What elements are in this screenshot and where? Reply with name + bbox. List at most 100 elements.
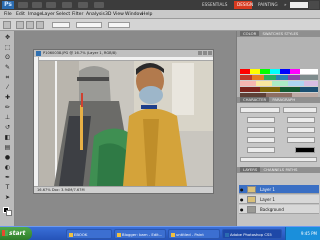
workspace-essentials[interactable]: ESSENTIALS [199, 1, 231, 9]
dodge-tool-icon[interactable]: ◐ [3, 165, 12, 171]
photoshop-window: Ps ESSENTIALS DESIGN PAINTING » File Edi… [0, 0, 320, 240]
tracking-field[interactable] [287, 127, 315, 133]
eyedropper-tool-icon[interactable]: ⁄ [3, 85, 12, 91]
document-window-controls[interactable] [197, 51, 212, 56]
tab-character[interactable]: CHARACTER [240, 97, 270, 102]
healing-tool-icon[interactable]: ✚ [3, 95, 12, 101]
clone-stamp-tool-icon[interactable]: ⊥ [3, 115, 12, 121]
blur-tool-icon[interactable]: ● [3, 155, 12, 161]
view-extras-button[interactable] [62, 2, 72, 8]
document-window: P1060038.JPG @ 16.7% (Layer 1, RGB/8) 16… [33, 49, 214, 194]
layer-thumbnail [247, 186, 256, 193]
workspace-more-button[interactable]: » [281, 1, 289, 9]
layer-row[interactable]: ● Background [239, 205, 319, 214]
layer-thumbnail [247, 196, 256, 203]
workspace-painting[interactable]: PAINTING [255, 1, 280, 9]
tools-panel: ✥ ⬚ ʘ ✎ ⌗ ⁄ ✚ ✏ ⊥ ↺ ◧ ▤ ● ◐ ✒ T ➤ [0, 31, 15, 226]
taskbar-item-blogger[interactable]: Blogger: bam - Edit... [114, 229, 166, 239]
font-style-dropdown[interactable] [283, 107, 317, 113]
clock[interactable]: 9:45 PM [301, 231, 317, 236]
leading-field[interactable] [287, 117, 315, 123]
menu-3d[interactable]: 3D [105, 10, 111, 19]
color-panel-tabs[interactable]: COLOR SWATCHES STYLES [237, 31, 320, 37]
taskbar-item-photoshop[interactable]: Adobe Photoshop CS5 [222, 229, 282, 239]
style-dropdown[interactable] [76, 22, 102, 28]
text-color-swatch[interactable] [295, 147, 315, 153]
move-tool-icon[interactable]: ✥ [3, 35, 12, 41]
mini-bridge-button[interactable] [32, 2, 42, 8]
task-label: Adobe Photoshop CS5 [230, 232, 272, 237]
menu-edit[interactable]: Edit [16, 10, 25, 19]
feather-field[interactable] [52, 22, 70, 28]
menu-select[interactable]: Select [56, 10, 70, 19]
eraser-tool-icon[interactable]: ◧ [3, 135, 12, 141]
path-selection-tool-icon[interactable]: ➤ [3, 195, 12, 201]
gradient-tool-icon[interactable]: ▤ [3, 145, 12, 151]
menu-image[interactable]: Image [28, 10, 42, 19]
menu-filter[interactable]: Filter [72, 10, 83, 19]
brush-tool-icon[interactable]: ✏ [3, 105, 12, 111]
tab-paths[interactable]: PATHS [285, 167, 297, 172]
menu-view[interactable]: View [113, 10, 124, 19]
menu-file[interactable]: File [4, 10, 12, 19]
tab-channels[interactable]: CHANNELS [264, 167, 285, 172]
task-label: Blogger: bam - Edit... [122, 232, 163, 237]
window-controls[interactable] [309, 1, 319, 9]
layer-name: Layer 1 [260, 197, 275, 202]
horizontal-scale-field[interactable] [287, 137, 315, 143]
tab-swatches[interactable]: SWATCHES [262, 31, 283, 36]
selection-mode-icon[interactable] [16, 21, 24, 29]
font-size-field[interactable] [247, 117, 275, 123]
arrange-documents-button[interactable] [78, 2, 88, 8]
crop-tool-icon[interactable]: ⌗ [3, 75, 12, 81]
tab-styles[interactable]: STYLES [284, 31, 298, 36]
visibility-eye-icon[interactable]: ● [240, 197, 245, 202]
visibility-eye-icon[interactable]: ● [240, 187, 245, 192]
windows-taskbar: start EBOOK Blogger: bam - Edit... untit… [0, 226, 320, 240]
document-tab[interactable]: P1060038.JPG @ 16.7% (Layer 1, RGB/8) [34, 50, 213, 57]
add-selection-icon[interactable] [26, 21, 34, 29]
layer-row[interactable]: ● Layer 1 [239, 195, 319, 204]
photoshop-logo: Ps [2, 1, 14, 9]
marquee-tool-icon[interactable]: ⬚ [3, 45, 12, 51]
layer-row[interactable]: ● Layer 1 [239, 185, 319, 194]
panel-dock: COLOR SWATCHES STYLES CHARACTER PARAGRAP… [236, 31, 320, 226]
application-bar: Ps ESSENTIALS DESIGN PAINTING » [0, 0, 320, 10]
tab-layers[interactable]: LAYERS [240, 167, 261, 172]
history-brush-tool-icon[interactable]: ↺ [3, 125, 12, 131]
photo-two-people [39, 61, 213, 186]
tab-paragraph[interactable]: PARAGRAPH [272, 97, 295, 102]
font-family-dropdown[interactable] [240, 107, 280, 113]
document-status-bar: 16.67% Doc: 3.94M/7.67M [34, 186, 213, 193]
taskbar-item-ebook[interactable]: EBOOK [66, 229, 112, 239]
text-style-buttons[interactable] [240, 157, 317, 162]
tool-preset-picker[interactable] [3, 21, 11, 29]
menu-window[interactable]: Window [125, 10, 143, 19]
workspace-design[interactable]: DESIGN [234, 1, 253, 9]
cs-live-search[interactable] [290, 2, 308, 8]
quick-select-tool-icon[interactable]: ✎ [3, 65, 12, 71]
baseline-shift-field[interactable] [247, 147, 275, 153]
visibility-eye-icon[interactable]: ● [240, 207, 245, 212]
start-button[interactable]: start [0, 227, 32, 240]
menu-layer[interactable]: Layer [42, 10, 55, 19]
task-label: EBOOK [74, 232, 88, 237]
menu-help[interactable]: Help [142, 10, 152, 19]
subtract-selection-icon[interactable] [36, 21, 44, 29]
type-tool-icon[interactable]: T [3, 185, 12, 191]
zoom-level-button[interactable] [46, 2, 56, 8]
kerning-field[interactable] [247, 127, 275, 133]
layer-name: Layer 1 [260, 187, 275, 192]
lasso-tool-icon[interactable]: ʘ [3, 55, 12, 61]
refine-edge-button[interactable] [108, 22, 130, 28]
windows-logo-icon [2, 230, 8, 236]
background-color-swatch[interactable] [6, 210, 12, 216]
tab-color[interactable]: COLOR [240, 31, 260, 36]
bridge-button[interactable] [18, 2, 28, 8]
menu-analysis[interactable]: Analysis [86, 10, 105, 19]
screen-mode-button[interactable] [94, 2, 104, 8]
taskbar-item-paint[interactable]: untitled - Paint [168, 229, 220, 239]
pen-tool-icon[interactable]: ✒ [3, 175, 12, 181]
image-canvas[interactable] [39, 61, 213, 186]
vertical-scale-field[interactable] [247, 137, 275, 143]
